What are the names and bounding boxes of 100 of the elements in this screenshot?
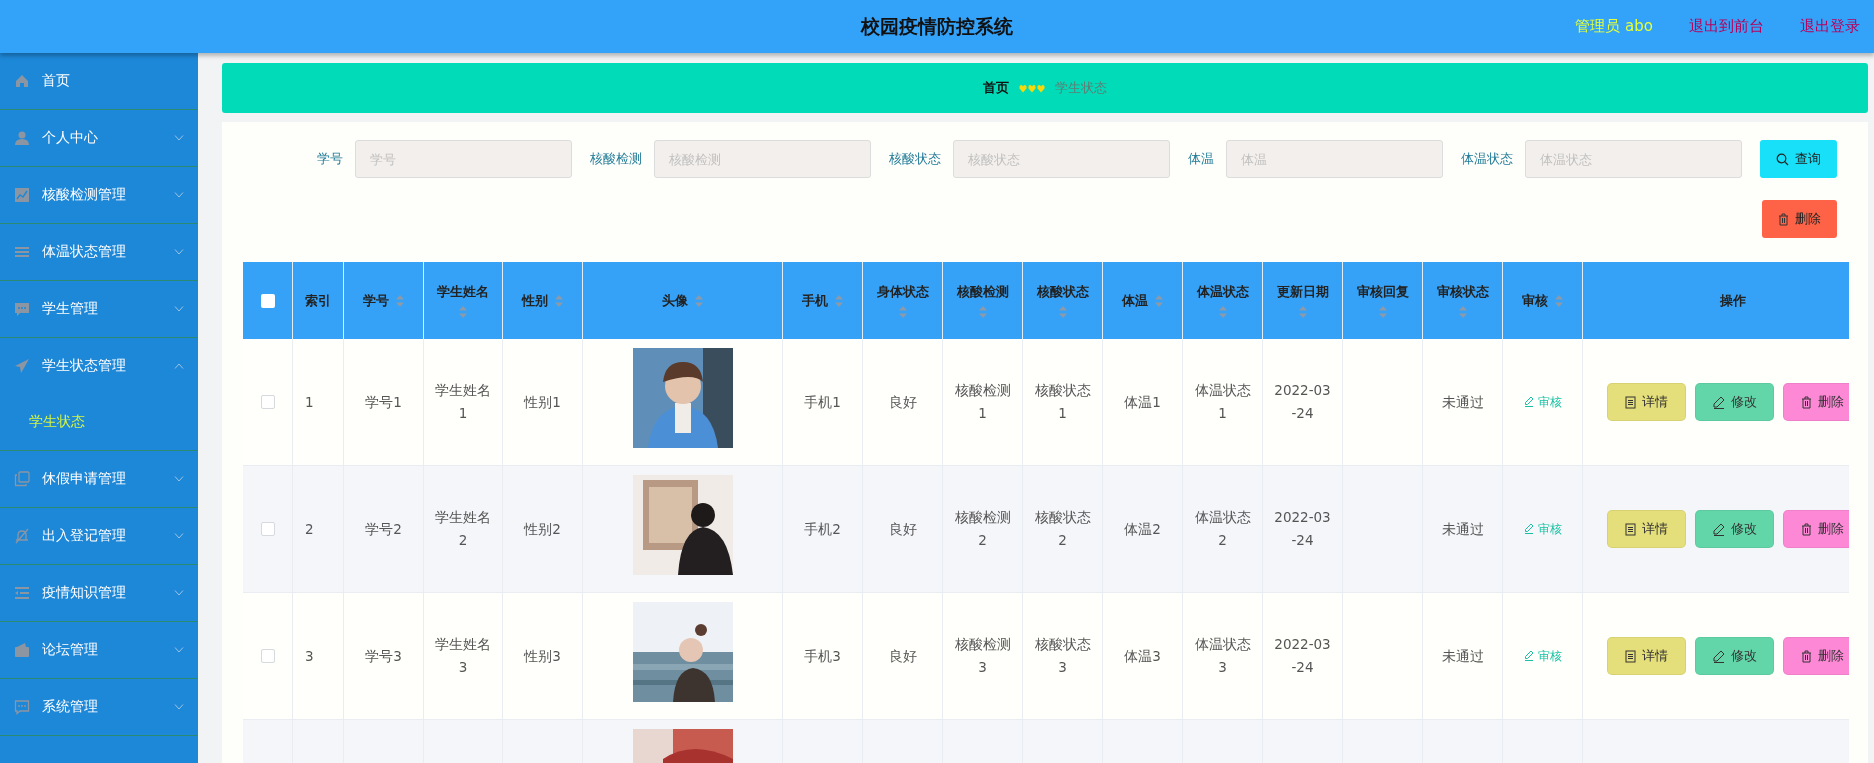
column-header: 审核回复 xyxy=(1356,282,1409,301)
table-cell: 核酸状态2 xyxy=(1023,466,1103,593)
sidebar-item[interactable]: 个人中心 xyxy=(0,110,198,166)
logout-link[interactable]: 退出登录 xyxy=(1800,17,1860,36)
sidebar-item[interactable]: 核酸检测管理 xyxy=(0,167,198,223)
column-header: 核酸检测 xyxy=(956,282,1009,301)
field-label: 核酸状态 xyxy=(889,150,941,168)
delete-button[interactable]: 删除 xyxy=(1783,637,1849,675)
table-cell: 学生姓名2 xyxy=(424,466,503,593)
document-icon xyxy=(1625,649,1636,663)
sort-icon[interactable] xyxy=(1153,293,1164,308)
pencil-icon xyxy=(1712,395,1725,409)
search-button[interactable]: 查询 xyxy=(1760,140,1837,178)
sidebar-item[interactable]: 出入登记管理 xyxy=(0,508,198,564)
sort-icon[interactable] xyxy=(977,304,988,319)
column-header: 审核状态 xyxy=(1436,282,1489,301)
admin-label: 管理员 abo xyxy=(1575,17,1653,36)
wallet-icon xyxy=(14,642,30,658)
table-cell: 体温3 xyxy=(1103,593,1183,720)
column-header: 体温 xyxy=(1121,291,1148,310)
table-cell: 核酸状态1 xyxy=(1023,339,1103,466)
table-cell: 体温1 xyxy=(1103,339,1183,466)
sort-icon[interactable] xyxy=(1457,304,1468,319)
table-cell: 核酸检测2 xyxy=(943,466,1023,593)
chevron-icon xyxy=(174,647,184,653)
column-header: 学生姓名 xyxy=(437,282,489,301)
column-header: 性别 xyxy=(521,291,548,310)
row-checkbox[interactable] xyxy=(260,649,275,663)
field-label: 学号 xyxy=(317,150,343,168)
edit-button[interactable]: 修改 xyxy=(1695,383,1774,421)
sort-icon[interactable] xyxy=(1377,304,1388,319)
delete-button[interactable]: 删除 xyxy=(1783,510,1849,548)
sidebar-item[interactable]: 论坛管理 xyxy=(0,622,198,678)
table-cell: 手机1 xyxy=(783,339,863,466)
document-icon xyxy=(1625,395,1636,409)
sort-icon[interactable] xyxy=(394,293,405,308)
sidebar-item[interactable]: 系统管理 xyxy=(0,679,198,735)
sort-icon[interactable] xyxy=(1553,293,1564,308)
paper-plane-icon xyxy=(14,358,30,374)
field-label: 体温 xyxy=(1188,150,1214,168)
row-checkbox[interactable] xyxy=(260,395,275,409)
review-link[interactable]: 审核 xyxy=(1523,518,1562,540)
trash-icon xyxy=(1801,649,1812,663)
table-cell: 未通过 xyxy=(1423,593,1503,720)
trash-icon xyxy=(1801,522,1812,536)
sort-icon[interactable] xyxy=(1217,304,1228,319)
sidebar-subitem[interactable]: 学生状态 xyxy=(0,394,198,450)
chevron-icon xyxy=(174,192,184,198)
table-cell: 性别2 xyxy=(503,466,583,593)
column-header: 审核 xyxy=(1521,291,1548,310)
table-cell: 良好 xyxy=(863,339,943,466)
chat-icon xyxy=(14,699,30,715)
delete-button[interactable]: 删除 xyxy=(1762,200,1837,238)
sidebar-item[interactable]: 疫情知识管理 xyxy=(0,565,198,621)
table-cell: 2 xyxy=(293,466,344,593)
sidebar-item[interactable]: 体温状态管理 xyxy=(0,224,198,280)
pencil-icon xyxy=(1523,523,1534,535)
sidebar-item[interactable]: 首页 xyxy=(0,53,198,109)
sort-icon[interactable] xyxy=(458,304,468,319)
chevron-icon xyxy=(174,135,184,141)
column-header: 身体状态 xyxy=(876,282,929,301)
sort-icon[interactable] xyxy=(693,293,704,308)
column-header: 核酸状态 xyxy=(1036,282,1089,301)
table-cell: 未通过 xyxy=(1423,339,1503,466)
table-cell: 手机2 xyxy=(783,466,863,593)
table-cell: 学号2 xyxy=(344,466,424,593)
sidebar-item[interactable]: 休假申请管理 xyxy=(0,451,198,507)
edit-button[interactable]: 修改 xyxy=(1695,637,1774,675)
column-header: 手机 xyxy=(801,291,828,310)
sort-icon[interactable] xyxy=(897,304,908,319)
sort-icon[interactable] xyxy=(1297,304,1308,319)
sort-icon[interactable] xyxy=(553,293,564,308)
user-icon xyxy=(14,130,30,146)
pencil-icon xyxy=(1712,522,1725,536)
delete-button[interactable]: 删除 xyxy=(1783,383,1849,421)
table-cell: 学生姓名3 xyxy=(424,593,503,720)
sidebar-item[interactable]: 学生管理 xyxy=(0,281,198,337)
table-cell: 3 xyxy=(293,593,344,720)
breadcrumb-item[interactable]: 首页 xyxy=(983,79,1009,97)
review-link[interactable]: 审核 xyxy=(1523,645,1562,667)
table-cell: 性别1 xyxy=(503,339,583,466)
detail-button[interactable]: 详情 xyxy=(1607,637,1686,675)
chevron-icon xyxy=(174,249,184,255)
select-all-checkbox[interactable] xyxy=(260,293,275,308)
detail-button[interactable]: 详情 xyxy=(1607,383,1686,421)
trash-icon xyxy=(1778,212,1789,226)
sort-icon[interactable] xyxy=(833,293,844,308)
document-icon xyxy=(1625,522,1636,536)
edit-button[interactable]: 修改 xyxy=(1695,510,1774,548)
table-cell: 良好 xyxy=(863,593,943,720)
row-checkbox[interactable] xyxy=(260,522,275,536)
sidebar-item[interactable]: 学生状态管理 xyxy=(0,338,198,394)
table-cell: 学号1 xyxy=(344,339,424,466)
detail-button[interactable]: 详情 xyxy=(1607,510,1686,548)
column-header: 索引 xyxy=(305,291,331,310)
hearts-icon xyxy=(1019,83,1045,93)
review-link[interactable]: 审核 xyxy=(1523,391,1562,413)
sort-icon[interactable] xyxy=(1057,304,1068,319)
trash-icon xyxy=(1801,395,1812,409)
logout-link[interactable]: 退出到前台 xyxy=(1689,17,1764,36)
